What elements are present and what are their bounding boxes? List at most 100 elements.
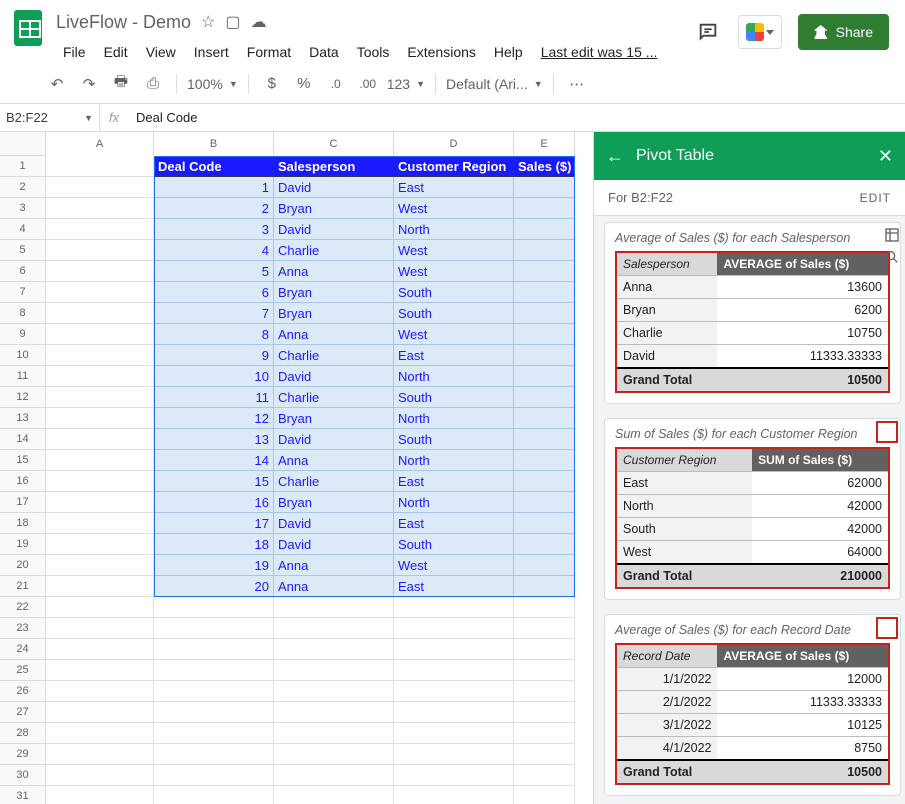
cell[interactable]: David: [274, 219, 394, 240]
cell[interactable]: West: [394, 261, 514, 282]
cell[interactable]: [154, 723, 274, 744]
cell[interactable]: [394, 597, 514, 618]
cell[interactable]: South: [394, 303, 514, 324]
cell[interactable]: [46, 261, 154, 282]
cell[interactable]: [514, 492, 575, 513]
cell[interactable]: West: [394, 198, 514, 219]
cell[interactable]: East: [394, 513, 514, 534]
cell[interactable]: East: [394, 177, 514, 198]
cell[interactable]: [394, 639, 514, 660]
cell[interactable]: [46, 324, 154, 345]
cell[interactable]: [46, 681, 154, 702]
cell[interactable]: [46, 576, 154, 597]
cell[interactable]: [514, 681, 575, 702]
cell[interactable]: [154, 765, 274, 786]
row-header[interactable]: 12: [0, 387, 46, 408]
cell[interactable]: [514, 177, 575, 198]
menu-data[interactable]: Data: [302, 40, 346, 64]
cell[interactable]: [274, 639, 394, 660]
cell[interactable]: [394, 660, 514, 681]
format-percent-icon[interactable]: %: [291, 71, 317, 97]
cell[interactable]: 5: [154, 261, 274, 282]
increase-decimal-icon[interactable]: .00: [355, 71, 381, 97]
insert-pivot-icon[interactable]: [882, 225, 902, 245]
cell[interactable]: [394, 618, 514, 639]
row-header[interactable]: 13: [0, 408, 46, 429]
cell[interactable]: David: [274, 534, 394, 555]
cell[interactable]: North: [394, 366, 514, 387]
cell[interactable]: 11: [154, 387, 274, 408]
cell[interactable]: 9: [154, 345, 274, 366]
font-select[interactable]: Default (Ari...▼: [446, 76, 543, 92]
cell[interactable]: 20: [154, 576, 274, 597]
cloud-icon[interactable]: ☁: [251, 12, 267, 32]
move-icon[interactable]: ▢: [225, 12, 240, 32]
cell[interactable]: [274, 744, 394, 765]
cell[interactable]: [274, 681, 394, 702]
cell[interactable]: West: [394, 324, 514, 345]
row-header[interactable]: 14: [0, 429, 46, 450]
cell[interactable]: [46, 597, 154, 618]
row-header[interactable]: 21: [0, 576, 46, 597]
cell[interactable]: David: [274, 513, 394, 534]
column-header[interactable]: B: [154, 132, 274, 156]
menu-extensions[interactable]: Extensions: [400, 40, 482, 64]
zoom-select[interactable]: 100%▼: [187, 76, 238, 92]
pivot-suggestion-card[interactable]: Sum of Sales ($) for each Customer Regio…: [604, 418, 901, 600]
row-header[interactable]: 6: [0, 261, 46, 282]
cell[interactable]: Charlie: [274, 240, 394, 261]
column-header[interactable]: A: [46, 132, 154, 156]
cell[interactable]: [46, 387, 154, 408]
cell[interactable]: [274, 786, 394, 804]
cell[interactable]: 19: [154, 555, 274, 576]
cell[interactable]: [46, 660, 154, 681]
more-icon[interactable]: ⋯: [564, 71, 590, 97]
star-icon[interactable]: ☆: [201, 12, 215, 32]
row-header[interactable]: 19: [0, 534, 46, 555]
cell[interactable]: [46, 744, 154, 765]
cell[interactable]: [46, 513, 154, 534]
cell[interactable]: [514, 765, 575, 786]
cell[interactable]: North: [394, 408, 514, 429]
row-header[interactable]: 17: [0, 492, 46, 513]
cell[interactable]: [394, 765, 514, 786]
document-title[interactable]: LiveFlow - Demo: [56, 12, 191, 33]
print-icon[interactable]: 🖶: [108, 71, 134, 97]
cell[interactable]: [514, 240, 575, 261]
cell[interactable]: Charlie: [274, 471, 394, 492]
row-header[interactable]: 8: [0, 303, 46, 324]
cell[interactable]: David: [274, 177, 394, 198]
menu-tools[interactable]: Tools: [350, 40, 397, 64]
cell[interactable]: Anna: [274, 450, 394, 471]
cell[interactable]: Bryan: [274, 282, 394, 303]
row-header[interactable]: 30: [0, 765, 46, 786]
cell[interactable]: [514, 597, 575, 618]
menu-view[interactable]: View: [139, 40, 183, 64]
cell[interactable]: [394, 723, 514, 744]
cell[interactable]: [274, 597, 394, 618]
cell[interactable]: [46, 303, 154, 324]
row-header[interactable]: 3: [0, 198, 46, 219]
row-header[interactable]: 31: [0, 786, 46, 804]
column-header[interactable]: D: [394, 132, 514, 156]
cell[interactable]: 17: [154, 513, 274, 534]
column-header[interactable]: E: [514, 132, 575, 156]
cell[interactable]: [154, 744, 274, 765]
cell[interactable]: [46, 492, 154, 513]
cell[interactable]: Charlie: [274, 387, 394, 408]
cell[interactable]: [514, 513, 575, 534]
row-header[interactable]: 24: [0, 639, 46, 660]
cell[interactable]: [46, 177, 154, 198]
cell[interactable]: [514, 471, 575, 492]
zoom-icon[interactable]: [882, 247, 902, 267]
cell[interactable]: [46, 471, 154, 492]
cell[interactable]: [154, 702, 274, 723]
cell[interactable]: [514, 261, 575, 282]
row-header[interactable]: 10: [0, 345, 46, 366]
row-header[interactable]: 18: [0, 513, 46, 534]
cell[interactable]: [514, 534, 575, 555]
cell[interactable]: 13: [154, 429, 274, 450]
row-header[interactable]: 16: [0, 471, 46, 492]
menu-file[interactable]: File: [56, 40, 93, 64]
cell[interactable]: [514, 450, 575, 471]
